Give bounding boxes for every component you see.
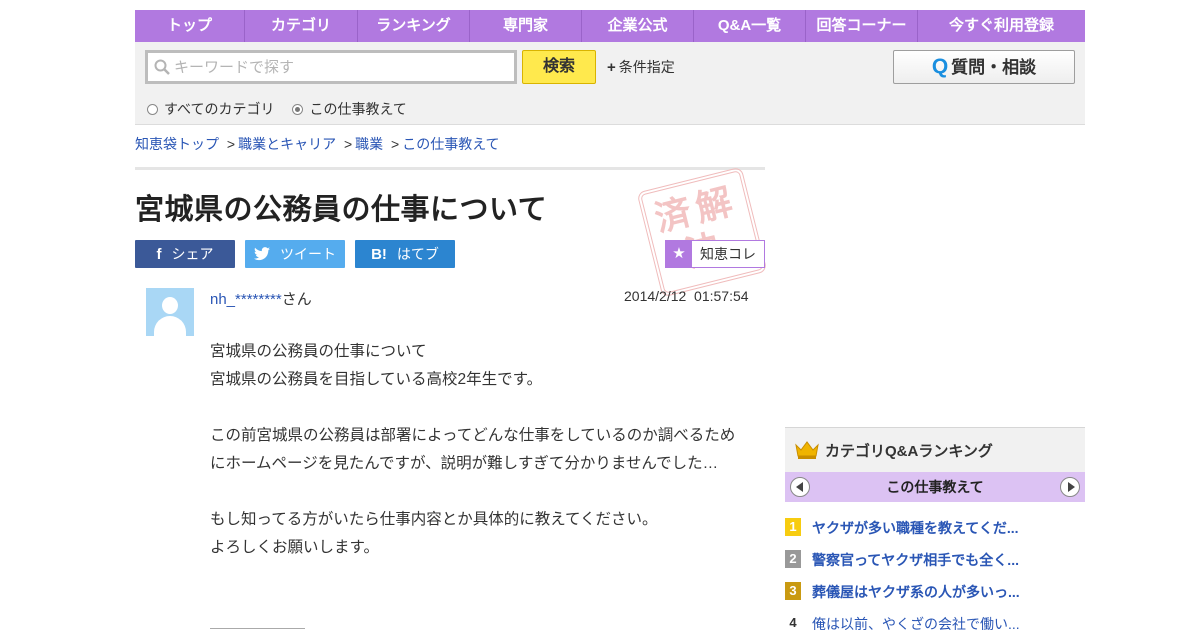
chiecolle-label: 知恵コレ xyxy=(700,246,756,262)
breadcrumb-item-career[interactable]: 職業とキャリア xyxy=(238,136,336,152)
ranking-link[interactable]: 俺は以前、やくざの会社で働い... xyxy=(812,614,1020,630)
triangle-left-icon xyxy=(796,482,803,492)
avatar-head xyxy=(162,297,178,314)
asker-name-link[interactable]: nh_******** xyxy=(210,291,282,308)
category-ranking: カテゴリQ&Aランキング この仕事教えて 1 ヤクザが多い職種を教えてくだ...… xyxy=(785,427,1085,630)
ranking-title: カテゴリQ&Aランキング xyxy=(825,442,993,460)
ranking-category-label: この仕事教えて xyxy=(886,479,984,495)
scope-this-label: この仕事教えて xyxy=(309,101,407,117)
search-bar: 検索 +条件指定 Q質問・相談 すべてのカテゴリ この仕事教えて xyxy=(135,42,1085,125)
question-body-line: よろしくお願いします。 xyxy=(210,539,379,556)
ranking-link[interactable]: ヤクザが多い職種を教えてくだ... xyxy=(812,518,1019,538)
ranking-header: カテゴリQ&Aランキング xyxy=(785,427,1085,472)
nav-item-experts[interactable]: 専門家 xyxy=(470,10,582,42)
nav-item-ranking[interactable]: ランキング xyxy=(358,10,470,42)
chiecolle-button[interactable]: ★ 知恵コレ xyxy=(665,240,765,268)
search-button[interactable]: 検索 xyxy=(522,50,596,84)
plus-icon: + xyxy=(607,59,616,76)
facebook-share-button[interactable]: f シェア xyxy=(135,240,235,268)
radio-checked-icon[interactable] xyxy=(292,103,304,115)
question-body-line: この前宮城県の公務員は部署によってどんな仕事をしているのか調べるためにホームペー… xyxy=(210,427,736,472)
breadcrumb-item-this-job[interactable]: この仕事教えて xyxy=(402,136,499,152)
condition-link[interactable]: + 条件指定 xyxy=(607,57,675,77)
hatena-bookmark-button[interactable]: B! はてブ xyxy=(355,240,455,268)
q-icon: Q xyxy=(931,55,949,78)
radio-unchecked-icon[interactable] xyxy=(147,103,158,115)
ranking-link[interactable]: 警察官ってヤクザ相手でも全く... xyxy=(812,550,1019,570)
share-buttons: f シェア ツイート B! はてブ xyxy=(135,240,465,268)
search-icon xyxy=(154,59,170,75)
breadcrumb-separator: > xyxy=(391,136,400,152)
rank-badge: 4 xyxy=(789,615,797,630)
ranking-list: 1 ヤクザが多い職種を教えてくだ... 2 警察官ってヤクザ相手でも全く... … xyxy=(785,518,1085,630)
search-scope: すべてのカテゴリ この仕事教えて xyxy=(147,99,425,119)
condition-label: 条件指定 xyxy=(618,59,675,75)
twitter-share-button[interactable]: ツイート xyxy=(245,240,345,268)
nav-item-category[interactable]: カテゴリ xyxy=(245,10,358,42)
asker: nh_********さん xyxy=(210,288,312,309)
breadcrumb-separator: > xyxy=(343,136,353,152)
twitter-share-label: ツイート xyxy=(280,246,336,262)
rank-badge: 1 xyxy=(785,518,801,536)
nav-item-top[interactable]: トップ xyxy=(135,10,245,42)
global-nav: トップ カテゴリ ランキング 専門家 企業公式 Q&A一覧 回答コーナー 今すぐ… xyxy=(135,10,1085,42)
ranking-category-switcher: この仕事教えて xyxy=(785,472,1085,502)
triangle-right-icon xyxy=(1068,482,1075,492)
scope-all-option[interactable]: すべてのカテゴリ xyxy=(147,99,274,119)
avatar[interactable] xyxy=(146,288,194,336)
scope-this-option[interactable]: この仕事教えて xyxy=(292,99,407,119)
ranking-item[interactable]: 1 ヤクザが多い職種を教えてくだ... xyxy=(785,518,1085,550)
question-body-line: 宮城県の公務員を目指している高校2年生です。 xyxy=(210,371,543,388)
ranking-link[interactable]: 葬儀屋はヤクザ系の人が多いっ... xyxy=(812,582,1020,602)
prev-category-button[interactable] xyxy=(790,477,810,497)
breadcrumb-separator: > xyxy=(226,136,236,152)
divider xyxy=(135,167,765,170)
question-body-line: 宮城県の公務員の仕事について xyxy=(210,343,427,360)
facebook-icon: f xyxy=(156,245,162,263)
question-datetime: 2014/2/12 01:57:54 xyxy=(624,288,749,304)
ranking-item[interactable]: 4 俺は以前、やくざの会社で働い... xyxy=(785,614,1085,630)
crown-icon xyxy=(795,441,819,459)
nav-item-qa-list[interactable]: Q&A一覧 xyxy=(694,10,806,42)
asker-suffix: さん xyxy=(281,291,312,308)
ask-question-button[interactable]: Q 質問・相談 xyxy=(893,50,1075,84)
question-body-line: もし知ってる方がいたら仕事内容とか具体的に教えてください。 xyxy=(210,511,658,528)
hatena-bookmark-icon: B! xyxy=(371,245,387,263)
rank-badge: 2 xyxy=(785,550,801,568)
nav-item-answer-corner[interactable]: 回答コーナー xyxy=(806,10,918,42)
body-separator xyxy=(210,628,305,629)
avatar-body xyxy=(154,316,186,336)
breadcrumb: 知恵袋トップ > 職業とキャリア > 職業 > この仕事教えて xyxy=(135,134,500,154)
next-category-button[interactable] xyxy=(1060,477,1080,497)
rank-badge: 3 xyxy=(785,582,801,600)
search-field[interactable] xyxy=(145,50,517,84)
twitter-bird-icon xyxy=(254,247,270,261)
resolved-stamp: 済解決 xyxy=(636,166,768,298)
breadcrumb-item-top[interactable]: 知恵袋トップ xyxy=(135,136,219,152)
ask-question-label: 質問・相談 xyxy=(951,58,1037,77)
scope-all-label: すべてのカテゴリ xyxy=(164,101,275,117)
search-input[interactable] xyxy=(174,55,510,79)
question-title: 宮城県の公務員の仕事について xyxy=(135,194,548,226)
question-body: 宮城県の公務員の仕事について 宮城県の公務員を目指している高校2年生です。 この… xyxy=(210,338,750,562)
nav-item-official[interactable]: 企業公式 xyxy=(582,10,694,42)
ranking-item[interactable]: 3 葬儀屋はヤクザ系の人が多いっ... xyxy=(785,582,1085,614)
nav-item-register[interactable]: 今すぐ利用登録 xyxy=(918,10,1085,42)
hatena-bookmark-label: はてブ xyxy=(396,246,439,262)
ranking-item[interactable]: 2 警察官ってヤクザ相手でも全く... xyxy=(785,550,1085,582)
breadcrumb-item-job[interactable]: 職業 xyxy=(355,136,383,152)
star-icon: ★ xyxy=(666,241,692,267)
facebook-share-label: シェア xyxy=(171,246,214,262)
